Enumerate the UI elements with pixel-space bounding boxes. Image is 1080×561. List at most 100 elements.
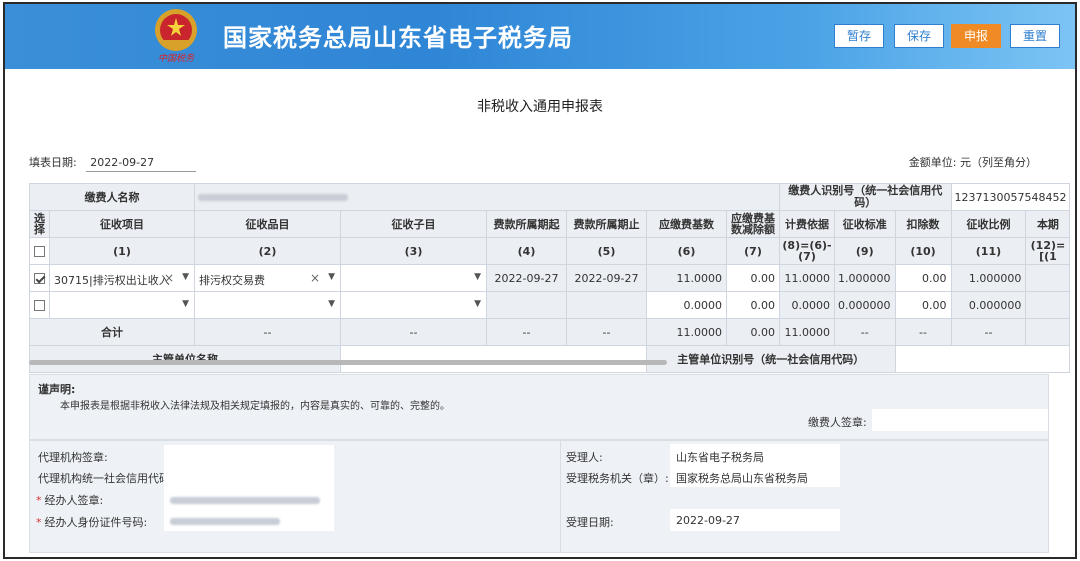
- item-select[interactable]: ▼: [49, 291, 195, 319]
- receiving-office-label: 受理税务机关（章）:: [566, 472, 669, 485]
- period-end[interactable]: [566, 291, 647, 319]
- total-dash: --: [486, 318, 567, 346]
- total-dash: --: [894, 318, 952, 346]
- receiver-value: 山东省电子税务局: [670, 444, 840, 466]
- payer-name-value: [194, 183, 780, 211]
- handler-sign-field[interactable]: [164, 488, 334, 510]
- chevron-down-icon[interactable]: ▼: [182, 272, 189, 282]
- chevron-down-icon[interactable]: ▼: [474, 272, 481, 282]
- item-select[interactable]: 30715|排污权出让收入 × ▼: [49, 264, 195, 292]
- collection-standard: 0.000000: [834, 291, 896, 319]
- colnum-3: (3): [340, 237, 487, 265]
- tax-emblem-icon: 中国税务: [155, 9, 197, 64]
- handler-sign-label: * 经办人签章:: [36, 492, 103, 508]
- required-mark: *: [36, 494, 42, 507]
- agent-credit-field[interactable]: [164, 467, 334, 489]
- horizontal-scrollbar[interactable]: [29, 360, 667, 365]
- colnum-6: (6): [646, 237, 727, 265]
- handler-id-text: 经办人身份证件号码:: [44, 516, 148, 529]
- colnum-2: (2): [194, 237, 341, 265]
- sub-select[interactable]: ▼: [340, 291, 487, 319]
- total-dash: --: [566, 318, 647, 346]
- row-checkbox[interactable]: [34, 300, 45, 311]
- payer-name-label: 缴费人名称: [29, 183, 195, 211]
- fill-date-input[interactable]: 2022-09-27: [86, 156, 197, 172]
- clear-icon[interactable]: ×: [164, 271, 174, 285]
- declaration-title: 谨声明:: [38, 383, 76, 396]
- row-checkbox-cell[interactable]: [29, 291, 50, 319]
- payer-id-value: 1237130057548452: [950, 183, 1071, 211]
- fee-base[interactable]: 11.0000: [646, 264, 727, 292]
- save-button[interactable]: 保存: [894, 24, 944, 48]
- supervisor-name-value[interactable]: [340, 345, 647, 373]
- subitem-select[interactable]: 排污权交易费 × ▼: [194, 264, 341, 292]
- colnum-7: (7): [726, 237, 780, 265]
- number-row: (1) (2) (3) (4) (5) (6) (7) (8)=(6)-(7) …: [29, 237, 1071, 265]
- period-start[interactable]: [486, 291, 567, 319]
- col-deduct-num: 扣除数: [894, 210, 952, 238]
- declare-button[interactable]: 申报: [951, 24, 1001, 48]
- total-current: [1025, 318, 1071, 346]
- emblem-caption: 中国税务: [158, 53, 195, 64]
- chevron-down-icon[interactable]: ▼: [328, 299, 335, 309]
- fee-base-deduction[interactable]: 0.00: [726, 291, 780, 319]
- fill-date-label: 填表日期:: [29, 156, 77, 169]
- col-ratio: 征收比例: [950, 210, 1027, 238]
- col-sub: 征收子目: [340, 210, 487, 238]
- total-basis: 11.0000: [779, 318, 835, 346]
- fee-base-deduction[interactable]: 0.00: [726, 264, 780, 292]
- supervisor-name-label: 主管单位名称: [29, 345, 341, 373]
- chevron-down-icon[interactable]: ▼: [182, 299, 189, 309]
- agent-credit-label: 代理机构统一社会信用代码:: [38, 472, 174, 485]
- receiving-office-value: 国家税务总局山东省税务局: [670, 465, 840, 487]
- collection-ratio: 0.000000: [950, 291, 1027, 319]
- handler-sign-text: 经办人签章:: [44, 494, 104, 507]
- colnum-8: (8)=(6)-(7): [779, 237, 835, 265]
- supervisor-id-value[interactable]: [894, 345, 1071, 373]
- deduction-number[interactable]: 0.00: [894, 264, 952, 292]
- row-checkbox-cell[interactable]: [29, 264, 50, 292]
- select-all-checkbox[interactable]: [34, 246, 45, 257]
- total-dash: --: [340, 318, 487, 346]
- chevron-down-icon[interactable]: ▼: [328, 272, 335, 282]
- agent-seal-field[interactable]: [164, 445, 334, 467]
- subitem-select[interactable]: ▼: [194, 291, 341, 319]
- subitem-select-value: 排污权交易费: [199, 274, 265, 287]
- form-title: 非税收入通用申报表: [477, 99, 603, 115]
- receive-date-value: 2022-09-27: [670, 509, 840, 531]
- sub-select[interactable]: ▼: [340, 264, 487, 292]
- temp-save-button[interactable]: 暂存: [834, 24, 884, 48]
- total-dash: --: [834, 318, 896, 346]
- total-deduct: 0.00: [726, 318, 780, 346]
- total-row: 合计 -- -- -- -- 11.0000 0.00 11.0000 -- -…: [29, 318, 1071, 346]
- payer-signature-field[interactable]: [872, 409, 1048, 431]
- agent-section: 代理机构签章: 代理机构统一社会信用代码: * 经办人签章: * 经办人身份证件号码…: [29, 440, 1049, 553]
- clear-icon[interactable]: ×: [310, 271, 320, 285]
- col-basis: 计费依据: [779, 210, 835, 238]
- deduction-number[interactable]: 0.00: [894, 291, 952, 319]
- fee-base[interactable]: 0.0000: [646, 291, 727, 319]
- chevron-down-icon[interactable]: ▼: [474, 299, 481, 309]
- current-amount: [1025, 264, 1071, 292]
- period-end[interactable]: 2022-09-27: [566, 264, 647, 292]
- total-base: 11.0000: [646, 318, 727, 346]
- col-standard: 征收标准: [834, 210, 896, 238]
- required-mark: *: [36, 516, 42, 529]
- section-divider: [560, 441, 561, 552]
- total-dash: --: [194, 318, 341, 346]
- total-label: 合计: [29, 318, 195, 346]
- colnum-10: (10): [894, 237, 952, 265]
- row-checkbox-checked[interactable]: [34, 273, 45, 284]
- receiver-label: 受理人:: [566, 451, 603, 464]
- collection-ratio: 1.000000: [950, 264, 1027, 292]
- reset-button[interactable]: 重置: [1010, 24, 1060, 48]
- collection-standard: 1.000000: [834, 264, 896, 292]
- handler-id-field[interactable]: [164, 509, 334, 531]
- handler-id-label: * 经办人身份证件号码:: [36, 514, 147, 530]
- col-select: 选择: [29, 210, 50, 238]
- select-all-checkbox-cell[interactable]: [29, 237, 50, 265]
- item-select-value: 30715|排污权出让收入: [54, 274, 170, 287]
- table-row: ▼ ▼ ▼ 0.0000 0.00 0.0000 0.000000 0.00 0…: [29, 291, 1071, 319]
- period-start[interactable]: 2022-09-27: [486, 264, 567, 292]
- colnum-11: (11): [950, 237, 1027, 265]
